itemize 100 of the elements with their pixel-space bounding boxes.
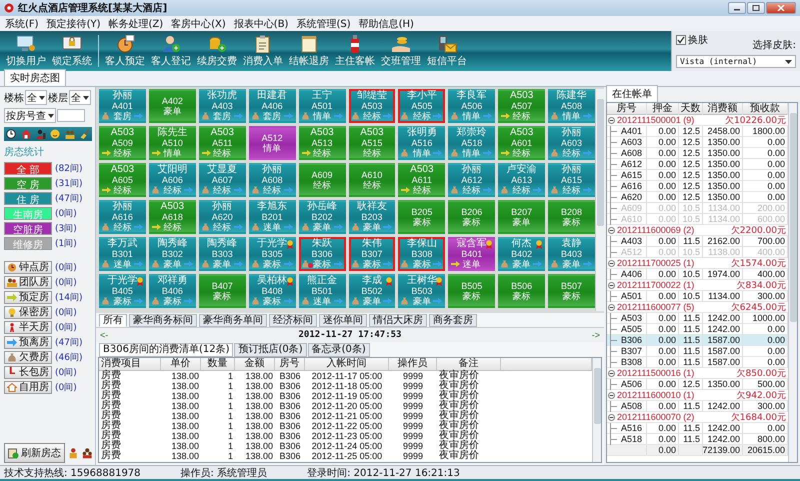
column-header[interactable]: 数量: [201, 358, 235, 370]
toolbar-button[interactable]: 锁定系统: [50, 32, 94, 70]
room-tile[interactable]: A402 豪单: [148, 89, 196, 123]
room-tile[interactable]: 卢安渝 A613 经标: [498, 163, 546, 197]
room-tile[interactable]: 陈建华 A508 情单: [548, 89, 595, 123]
room-tile[interactable]: 朱伟 B307 豪标: [348, 237, 396, 271]
room-tile[interactable]: A503 A509 经标: [99, 126, 146, 160]
account-row[interactable]: A501 0.00 10.5 1134.00 300.00: [607, 291, 788, 302]
column-header[interactable]: 单价: [161, 358, 201, 370]
menu-item[interactable]: 预定接待(Y): [46, 16, 102, 30]
scrollbar[interactable]: [595, 89, 604, 311]
detail-tab[interactable]: 预订抵店(0条): [234, 343, 307, 357]
room-tile[interactable]: 田建君 A406 套房: [248, 89, 296, 123]
room-tile[interactable]: 于光学 B305 豪标: [248, 237, 296, 271]
account-number[interactable]: 2012111500016 (1): [617, 368, 694, 378]
person-icon[interactable]: [36, 129, 46, 139]
room-tile[interactable]: 邓祥勇 B406 豪标: [148, 274, 196, 308]
account-row[interactable]: A620 0.00 12.5 1350.00 0.00: [607, 192, 788, 203]
account-row[interactable]: A401 0.00 12.5 2458.00 1800.00: [607, 126, 788, 137]
account-row[interactable]: A603 0.00 12.5 1350.00 0.00: [607, 137, 788, 148]
room-tile[interactable]: 吴柏林 B408 豪标: [248, 274, 296, 308]
room-tile[interactable]: B208 豪标: [548, 200, 595, 234]
account-row[interactable]: A615 0.00 12.5 1350.00 0.00: [607, 170, 788, 181]
account-row[interactable]: A516 0.00 11.5 1242.00 0.00: [607, 423, 788, 434]
toolbar-button[interactable]: 续房交费: [195, 32, 239, 70]
room-tile[interactable]: B407 豪标: [198, 274, 246, 308]
maximize-button[interactable]: [747, 2, 765, 14]
column-header[interactable]: 消费额: [703, 103, 743, 115]
menu-item[interactable]: 报表中心(B): [232, 16, 290, 30]
room-type-button[interactable]: L 长包房: [4, 366, 52, 378]
scrollbar[interactable]: [788, 103, 797, 462]
room-tile[interactable]: 陈先生 A510 情单: [148, 126, 196, 160]
category-tab[interactable]: 豪华商务标间: [129, 314, 197, 327]
building-dropdown[interactable]: 全: [25, 90, 47, 105]
smiley-icon[interactable]: [50, 129, 60, 139]
column-header[interactable]: 天数: [679, 103, 703, 115]
account-tab[interactable]: 在住帐单: [606, 85, 658, 102]
account-row[interactable]: A612 0.00 12.5 1350.00 0.00: [607, 159, 788, 170]
account-number[interactable]: 2012111600070 (2): [617, 412, 694, 422]
status-filter-button[interactable]: 全 部: [4, 162, 52, 174]
column-header[interactable]: 消费项目: [99, 358, 161, 370]
room-tile[interactable]: B505 豪标: [448, 274, 496, 308]
room-tile[interactable]: 耿祥友 B203 豪单: [348, 200, 396, 234]
room-tile[interactable]: 孙丽 A612 经标: [448, 163, 496, 197]
room-tile[interactable]: A610 经标: [348, 163, 396, 197]
toolbar-button[interactable]: 客人登记: [149, 32, 193, 70]
room-tile[interactable]: A503 A515 经标: [348, 126, 396, 160]
waiter-icon[interactable]: [68, 447, 78, 459]
account-row[interactable]: A403 0.00 11.5 2162.00 700.00: [607, 236, 788, 247]
room-tile[interactable]: 张明勇 A516 情单: [398, 126, 446, 160]
account-number[interactable]: 2012111600077 (5): [617, 302, 694, 312]
room-tile[interactable]: A503 A511 经标: [198, 126, 246, 160]
view-tab[interactable]: 实时房态图: [4, 69, 66, 86]
account-row[interactable]: A616 0.00 12.5 1350.00 0.00: [607, 181, 788, 192]
house-icon[interactable]: [20, 129, 31, 139]
room-tile[interactable]: A503 A507 经标: [498, 89, 546, 123]
room-tile[interactable]: 李小平 A505 经标: [398, 89, 446, 123]
category-tab[interactable]: 所有: [99, 314, 127, 327]
menu-item[interactable]: 帮助信息(H): [358, 16, 415, 30]
room-tile[interactable]: A503 A513 经标: [298, 126, 346, 160]
status-filter-button[interactable]: 住 房: [4, 192, 52, 204]
room-tile[interactable]: 王宁 A501 情单: [298, 89, 346, 123]
room-type-button[interactable]: 自用房: [4, 380, 52, 394]
room-tile[interactable]: 李旭东 B201 迷单: [248, 200, 296, 234]
room-tile[interactable]: B506 豪标: [498, 274, 546, 308]
collapse-icon[interactable]: [608, 304, 615, 310]
room-tile[interactable]: 孙丽 A401 套房: [99, 89, 146, 123]
toolbar-button[interactable]: 交班管理: [379, 32, 423, 70]
account-number[interactable]: 2012111700025 (1): [617, 258, 694, 268]
room-tile[interactable]: A503 A611 经标: [398, 163, 446, 197]
account-row[interactable]: A503 0.00 11.5 1242.00 1000.00: [607, 313, 788, 324]
collapse-icon[interactable]: [608, 392, 615, 398]
room-tile[interactable]: 艾阳明 A606 经标: [148, 163, 196, 197]
column-header[interactable]: 操作员: [389, 358, 437, 370]
room-tile[interactable]: 孙岳峰 B202 豪单: [298, 200, 346, 234]
room-tile[interactable]: A503 A605 经标: [99, 163, 146, 197]
account-row[interactable]: A608 0.00 12.5 1350.00 0.00: [607, 148, 788, 159]
column-header[interactable]: 金额: [235, 358, 275, 370]
account-row[interactable]: B306 0.00 11.5 1587.00 0.00: [607, 335, 788, 346]
account-number[interactable]: 2012111600069 (2): [617, 225, 694, 235]
room-tile[interactable]: 郑崇玲 A518 情单: [448, 126, 496, 160]
toolbar-button[interactable]: 客人预定: [103, 32, 147, 70]
column-header[interactable]: 押金: [647, 103, 679, 115]
room-type-button[interactable]: 半天房: [4, 320, 52, 334]
room-tile[interactable]: 李万武 B301 迷单: [99, 237, 146, 271]
close-button[interactable]: [766, 2, 796, 14]
room-tile[interactable]: 孙丽 A616 经标: [99, 200, 146, 234]
account-number[interactable]: 2012111700022 (1): [617, 280, 694, 290]
room-type-button[interactable]: 钟点房: [4, 260, 52, 274]
refresh-button[interactable]: 刷新房态: [4, 443, 65, 463]
room-tile[interactable]: 艾显夏 A607 经标: [198, 163, 246, 197]
column-header[interactable]: 房号: [607, 103, 647, 115]
room-tile[interactable]: A503 A601 经标: [498, 126, 546, 160]
room-tile[interactable]: 孙丽 A615 经标: [548, 163, 595, 197]
menu-item[interactable]: 系统(F): [4, 16, 40, 30]
account-row[interactable]: A406 0.00 10.5 1974.00 400.00: [607, 269, 788, 280]
collapse-icon[interactable]: [608, 370, 615, 376]
search-mode-dropdown[interactable]: 按房号查: [4, 108, 56, 123]
previous-button[interactable]: <-: [100, 330, 108, 340]
room-search-field[interactable]: [57, 109, 85, 122]
